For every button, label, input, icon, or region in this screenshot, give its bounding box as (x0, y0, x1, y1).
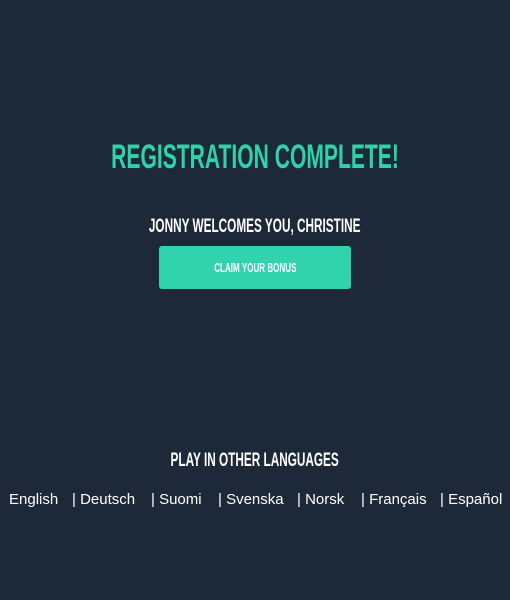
language-link-english[interactable]: English (9, 491, 58, 508)
welcome-message: JONNY WELCOMES YOU, CHRISTINE (149, 216, 361, 237)
page-title: REGISTRATION COMPLETE! (111, 138, 399, 176)
language-link-norsk[interactable]: | Norsk (297, 491, 344, 508)
language-link-francais[interactable]: | Français (361, 491, 427, 508)
language-link-svenska[interactable]: | Svenska (218, 491, 284, 508)
language-link-espanol[interactable]: | Español (440, 491, 502, 508)
language-link-suomi[interactable]: | Suomi (151, 491, 202, 508)
language-link-deutsch[interactable]: | Deutsch (72, 491, 135, 508)
claim-bonus-button[interactable]: CLAIM YOUR BONUS (159, 246, 351, 289)
languages-title: PLAY IN OTHER LANGUAGES (170, 450, 340, 471)
title-container: REGISTRATION COMPLETE! (0, 138, 510, 177)
welcome-container: JONNY WELCOMES YOU, CHRISTINE (0, 216, 510, 238)
languages-title-container: PLAY IN OTHER LANGUAGES (0, 450, 510, 472)
claim-bonus-label: CLAIM YOUR BONUS (213, 260, 297, 275)
